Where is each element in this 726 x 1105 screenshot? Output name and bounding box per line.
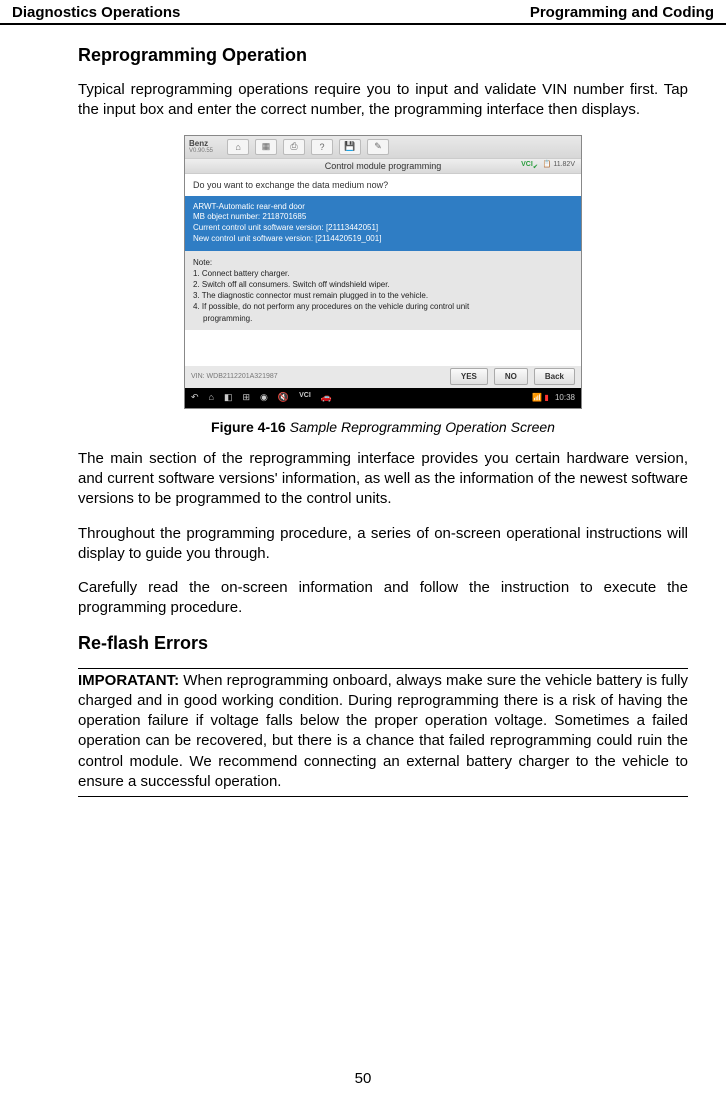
important-label: IMPORATANT: <box>78 672 179 689</box>
vci-label: VCI <box>521 161 533 168</box>
ss-bottom-nav: ↶ ⌂ ◧ ⊞ ◉ 🔇 VCI 🚗 📶 ▮ 10:38 <box>185 388 581 408</box>
ss-top-bar: Benz V0.90.55 ⌂ ▦ ⎙ ? 💾 ✎ <box>185 136 581 158</box>
figure-caption: Figure 4-16 Sample Reprogramming Operati… <box>78 419 688 435</box>
note-title: Note: <box>193 257 573 268</box>
note4: 4. If possible, do not perform any proce… <box>193 301 573 312</box>
ss-question: Do you want to exchange the data medium … <box>185 174 581 196</box>
ss-vin-row: VIN: WDB2112201A321987 YES NO Back <box>185 366 581 388</box>
ss-bluebox: ARWT-Automatic rear-end door MB object n… <box>185 196 581 251</box>
back-button[interactable]: Back <box>534 368 575 385</box>
figure-label: Figure 4-16 <box>211 419 286 435</box>
note3: 3. The diagnostic connector must remain … <box>193 290 573 301</box>
ss-bottom-right: 📶 ▮ 10:38 <box>532 393 575 402</box>
speaker-icon[interactable]: 🔇 <box>278 392 289 403</box>
grid-icon[interactable]: ▦ <box>255 139 277 155</box>
ss-bottom-icons: ↶ ⌂ ◧ ⊞ ◉ 🔇 VCI 🚗 <box>191 392 332 403</box>
battery-icon: ▮ <box>544 393 548 402</box>
note4b: programming. <box>193 313 573 324</box>
ss-gap <box>185 330 581 366</box>
ss-vci-status: VCI✔ 📋 11.82V <box>521 160 575 170</box>
print-icon[interactable]: ⎙ <box>283 139 305 155</box>
back-nav-icon[interactable]: ↶ <box>191 392 199 403</box>
home-nav-icon[interactable]: ⌂ <box>209 392 214 403</box>
embedded-screenshot: Benz V0.90.55 ⌂ ▦ ⎙ ? 💾 ✎ Control module… <box>184 135 582 409</box>
blue-l4: New control unit software version: [2114… <box>193 234 573 245</box>
page-header: Diagnostics Operations Programming and C… <box>0 0 726 25</box>
note2: 2. Switch off all consumers. Switch off … <box>193 279 573 290</box>
ss-btns: YES NO Back <box>450 368 575 385</box>
ss-title: Control module programming <box>325 161 442 171</box>
recent-nav-icon[interactable]: ◧ <box>224 392 233 403</box>
save-icon[interactable]: 💾 <box>339 139 361 155</box>
section-title-reprogramming: Reprogramming Operation <box>78 45 688 66</box>
section2-para1: The main section of the reprogramming in… <box>78 449 688 510</box>
blue-l3: Current control unit software version: [… <box>193 223 573 234</box>
edit-icon[interactable]: ✎ <box>367 139 389 155</box>
ss-titlebar: Control module programming VCI✔ 📋 11.82V <box>185 158 581 174</box>
ss-toolbar: ⌂ ▦ ⎙ ? 💾 ✎ <box>227 139 389 155</box>
blue-l2: MB object number: 2118701685 <box>193 212 573 223</box>
vci-nav-icon[interactable]: VCI <box>299 392 311 403</box>
important-text: IMPORATANT: When reprogramming onboard, … <box>78 671 688 793</box>
yes-button[interactable]: YES <box>450 368 488 385</box>
header-left: Diagnostics Operations <box>12 4 180 21</box>
ss-time: 10:38 <box>555 393 575 402</box>
ss-version: V0.90.55 <box>189 148 213 154</box>
header-right: Programming and Coding <box>530 4 714 21</box>
figure-wrap: Benz V0.90.55 ⌂ ▦ ⎙ ? 💾 ✎ Control module… <box>78 135 688 435</box>
volt-label: 📋 11.82V <box>543 161 575 168</box>
ss-white-area: Do you want to exchange the data medium … <box>185 174 581 388</box>
figure-text: Sample Reprogramming Operation Screen <box>286 419 555 435</box>
important-block: IMPORATANT: When reprogramming onboard, … <box>78 668 688 798</box>
ss-brand: Benz V0.90.55 <box>189 140 213 154</box>
home-icon[interactable]: ⌂ <box>227 139 249 155</box>
content-area: Reprogramming Operation Typical reprogra… <box>0 25 726 807</box>
important-body: When reprogramming onboard, always make … <box>78 672 688 790</box>
blue-l1: ARWT-Automatic rear-end door <box>193 202 573 213</box>
section2-para2: Throughout the programming procedure, a … <box>78 524 688 565</box>
car-icon[interactable]: 🚗 <box>321 392 332 403</box>
camera-icon[interactable]: ◉ <box>260 392 268 403</box>
no-button[interactable]: NO <box>494 368 528 385</box>
vin-label: VIN: WDB2112201A321987 <box>191 373 278 380</box>
section-title-reflash: Re-flash Errors <box>78 633 688 654</box>
note1: 1. Connect battery charger. <box>193 268 573 279</box>
section2-para3: Carefully read the on-screen information… <box>78 578 688 619</box>
ss-brand-label: Benz <box>189 139 208 148</box>
section1-para1: Typical reprogramming operations require… <box>78 80 688 121</box>
ss-note: Note: 1. Connect battery charger. 2. Swi… <box>185 251 581 330</box>
page-number: 50 <box>0 1070 726 1087</box>
windows-icon[interactable]: ⊞ <box>243 392 251 403</box>
wifi-icon: 📶 <box>532 393 542 402</box>
help-icon[interactable]: ? <box>311 139 333 155</box>
